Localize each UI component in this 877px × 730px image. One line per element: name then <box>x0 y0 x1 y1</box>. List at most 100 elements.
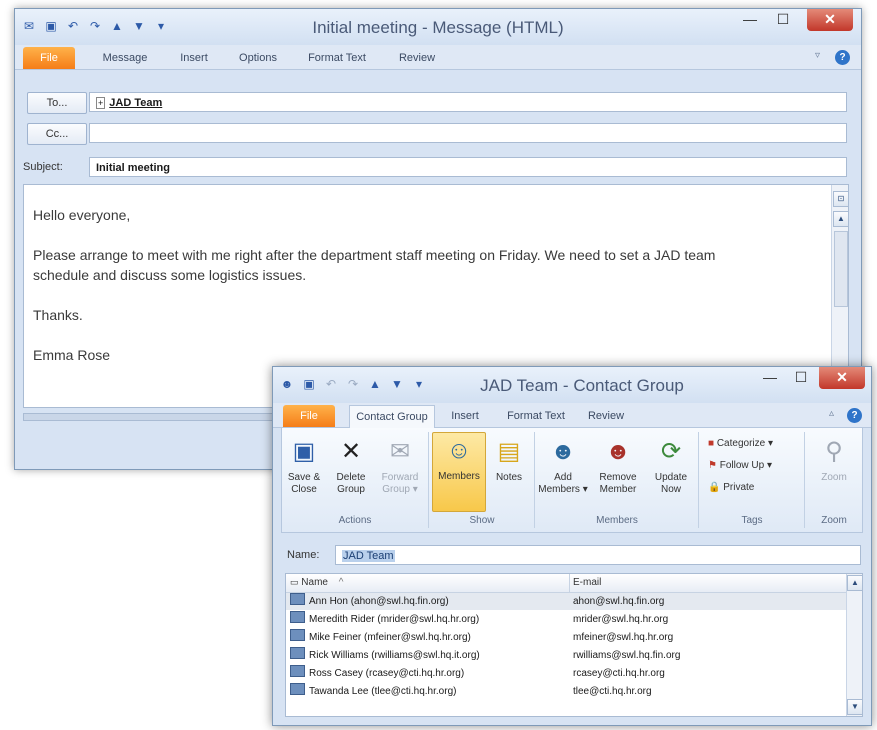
scroll-thumb[interactable] <box>834 231 848 307</box>
tab-contact-group[interactable]: Contact Group <box>349 405 435 428</box>
group-label-actions: Actions <box>338 515 372 526</box>
minimize-button[interactable]: — <box>753 367 787 389</box>
contact-group-titlebar: ☻ ▣ ↶ ↷ ▲ ▼ ▾ JAD Team - Contact Group —… <box>273 367 871 403</box>
members-list-scrollbar[interactable]: ▲ ▼ <box>846 574 863 716</box>
group-tags: ■ Categorize ▾ ⚑ Follow Up ▾ 🔒 Private T… <box>700 432 805 528</box>
group-show: ☺ Members ▤ Notes Show <box>430 432 535 528</box>
delete-icon: ✕ <box>340 438 362 465</box>
column-header-name[interactable]: ▭ Name ^ <box>290 577 343 588</box>
contact-icon <box>290 593 305 605</box>
help-icon[interactable]: ? <box>847 408 862 423</box>
magnifier-icon: ⚲ <box>825 438 843 465</box>
maximize-button[interactable]: ☐ <box>785 367 817 389</box>
categorize-icon: ■ <box>708 438 715 449</box>
scroll-down-icon[interactable]: ▼ <box>847 699 863 715</box>
add-members-button[interactable]: ☻ Add Members ▾ <box>538 434 588 496</box>
contact-icon <box>290 611 305 623</box>
delete-group-button[interactable]: ✕ Delete Group <box>330 434 372 496</box>
expand-ribbon-icon[interactable]: ▵ <box>829 408 834 419</box>
contact-icon <box>290 647 305 659</box>
group-name-value: JAD Team <box>342 550 395 562</box>
to-recipient[interactable]: JAD Team <box>109 97 162 109</box>
save-close-icon: ▣ <box>292 438 316 465</box>
contact-card-icon: ▭ <box>290 577 299 587</box>
members-list-header: ▭ Name ^ E-mail <box>286 574 846 593</box>
update-icon: ⟳ <box>660 438 682 465</box>
tab-options[interactable]: Options <box>233 49 283 67</box>
private-button[interactable]: 🔒 Private <box>708 482 754 493</box>
remove-member-button[interactable]: ☻ Remove Member <box>592 434 644 496</box>
remove-member-icon: ☻ <box>605 438 631 465</box>
name-label: Name: <box>287 549 320 561</box>
follow-up-button[interactable]: ⚑ Follow Up ▾ <box>708 460 772 471</box>
group-members: ☻ Add Members ▾ ☻ Remove Member ⟳ Update… <box>536 432 699 528</box>
column-header-email[interactable]: E-mail <box>573 577 601 588</box>
tab-insert[interactable]: Insert <box>445 407 485 425</box>
contact-icon <box>290 665 305 677</box>
close-button[interactable]: ✕ <box>819 367 865 389</box>
member-row[interactable]: Tawanda Lee (tlee@cti.hq.hr.org) tlee@cti… <box>286 683 846 700</box>
ribbon-tabs: File Message Insert Options Format Text … <box>15 45 861 70</box>
scroll-up-icon[interactable]: ▲ <box>833 211 849 227</box>
scroll-options-icon[interactable]: ⊡ <box>833 191 849 207</box>
scroll-up-icon[interactable]: ▲ <box>847 575 863 591</box>
tab-format-text[interactable]: Format Text <box>301 49 373 67</box>
message-titlebar: ✉ ▣ ↶ ↷ ▲ ▼ ▾ Initial meeting - Message … <box>15 9 861 45</box>
body-thanks: Thanks. <box>33 307 83 323</box>
zoom-button[interactable]: ⚲ Zoom <box>810 434 858 484</box>
group-actions: ▣ Save & Close ✕ Delete Group ✉ Forward … <box>282 432 429 528</box>
ribbon: ▣ Save & Close ✕ Delete Group ✉ Forward … <box>281 428 863 533</box>
member-row[interactable]: Rick Williams (rwilliams@swl.hq.it.org) r… <box>286 647 846 664</box>
contact-group-window: ☻ ▣ ↶ ↷ ▲ ▼ ▾ JAD Team - Contact Group —… <box>272 366 872 726</box>
notes-icon: ▤ <box>497 438 521 465</box>
flag-icon: ⚑ <box>708 460 717 471</box>
tab-review[interactable]: Review <box>393 49 441 67</box>
body-line-1: Please arrange to meet with me right aft… <box>33 247 716 263</box>
expand-ribbon-icon[interactable]: ▿ <box>815 50 820 61</box>
group-name-input[interactable]: JAD Team <box>335 545 861 565</box>
members-button[interactable]: ☺ Members <box>432 432 486 512</box>
tab-review[interactable]: Review <box>583 407 629 425</box>
group-label-members: Members <box>596 515 638 526</box>
lock-icon: 🔒 <box>708 482 721 493</box>
close-button[interactable]: ✕ <box>807 9 853 31</box>
member-row[interactable]: Ann Hon (ahon@swl.hq.fin.org) ahon@swl.hq… <box>286 593 846 610</box>
update-now-button[interactable]: ⟳ Update Now <box>648 434 694 496</box>
expand-group-icon[interactable]: + <box>96 97 106 109</box>
group-label-zoom: Zoom <box>821 515 847 526</box>
minimize-button[interactable]: — <box>733 9 767 31</box>
tab-message[interactable]: Message <box>97 49 153 67</box>
tab-file[interactable]: File <box>283 405 335 427</box>
member-row[interactable]: Ross Casey (rcasey@cti.hq.hr.org) rcasey@… <box>286 665 846 682</box>
add-member-icon: ☻ <box>550 438 576 465</box>
group-label-show: Show <box>469 515 495 526</box>
body-line-2: schedule and discuss some logistics issu… <box>33 267 307 283</box>
ribbon-tabs: File Contact Group Insert Format Text Re… <box>273 403 871 428</box>
save-close-button[interactable]: ▣ Save & Close <box>284 434 324 496</box>
tab-format-text[interactable]: Format Text <box>501 407 571 425</box>
member-row[interactable]: Mike Feiner (mfeiner@swl.hq.hr.org) mfein… <box>286 629 846 646</box>
contact-icon <box>290 629 305 641</box>
subject-label: Subject: <box>23 161 63 173</box>
members-icon: ☺ <box>446 437 472 464</box>
categorize-button[interactable]: ■ Categorize ▾ <box>708 438 773 449</box>
body-greeting: Hello everyone, <box>33 207 131 223</box>
maximize-button[interactable]: ☐ <box>767 9 799 31</box>
contact-icon <box>290 683 305 695</box>
group-zoom: ⚲ Zoom Zoom <box>806 432 862 528</box>
cc-field[interactable] <box>89 123 847 143</box>
to-button[interactable]: To... <box>27 92 87 114</box>
notes-button[interactable]: ▤ Notes <box>488 434 530 484</box>
forward-icon: ✉ <box>389 438 411 465</box>
cc-button[interactable]: Cc... <box>27 123 87 145</box>
help-icon[interactable]: ? <box>835 50 850 65</box>
tab-file[interactable]: File <box>23 47 75 69</box>
body-signature: Emma Rose <box>33 347 111 363</box>
members-list[interactable]: ▭ Name ^ E-mail Ann Hon (ahon@swl.hq.fin… <box>285 573 863 717</box>
subject-field[interactable]: Initial meeting <box>89 157 847 177</box>
member-row[interactable]: Meredith Rider (mrider@swl.hq.hr.org) mri… <box>286 611 846 628</box>
to-field[interactable]: + JAD Team <box>89 92 847 112</box>
group-label-tags: Tags <box>741 515 763 526</box>
tab-insert[interactable]: Insert <box>173 49 215 67</box>
forward-group-button[interactable]: ✉ Forward Group ▾ <box>376 434 424 496</box>
